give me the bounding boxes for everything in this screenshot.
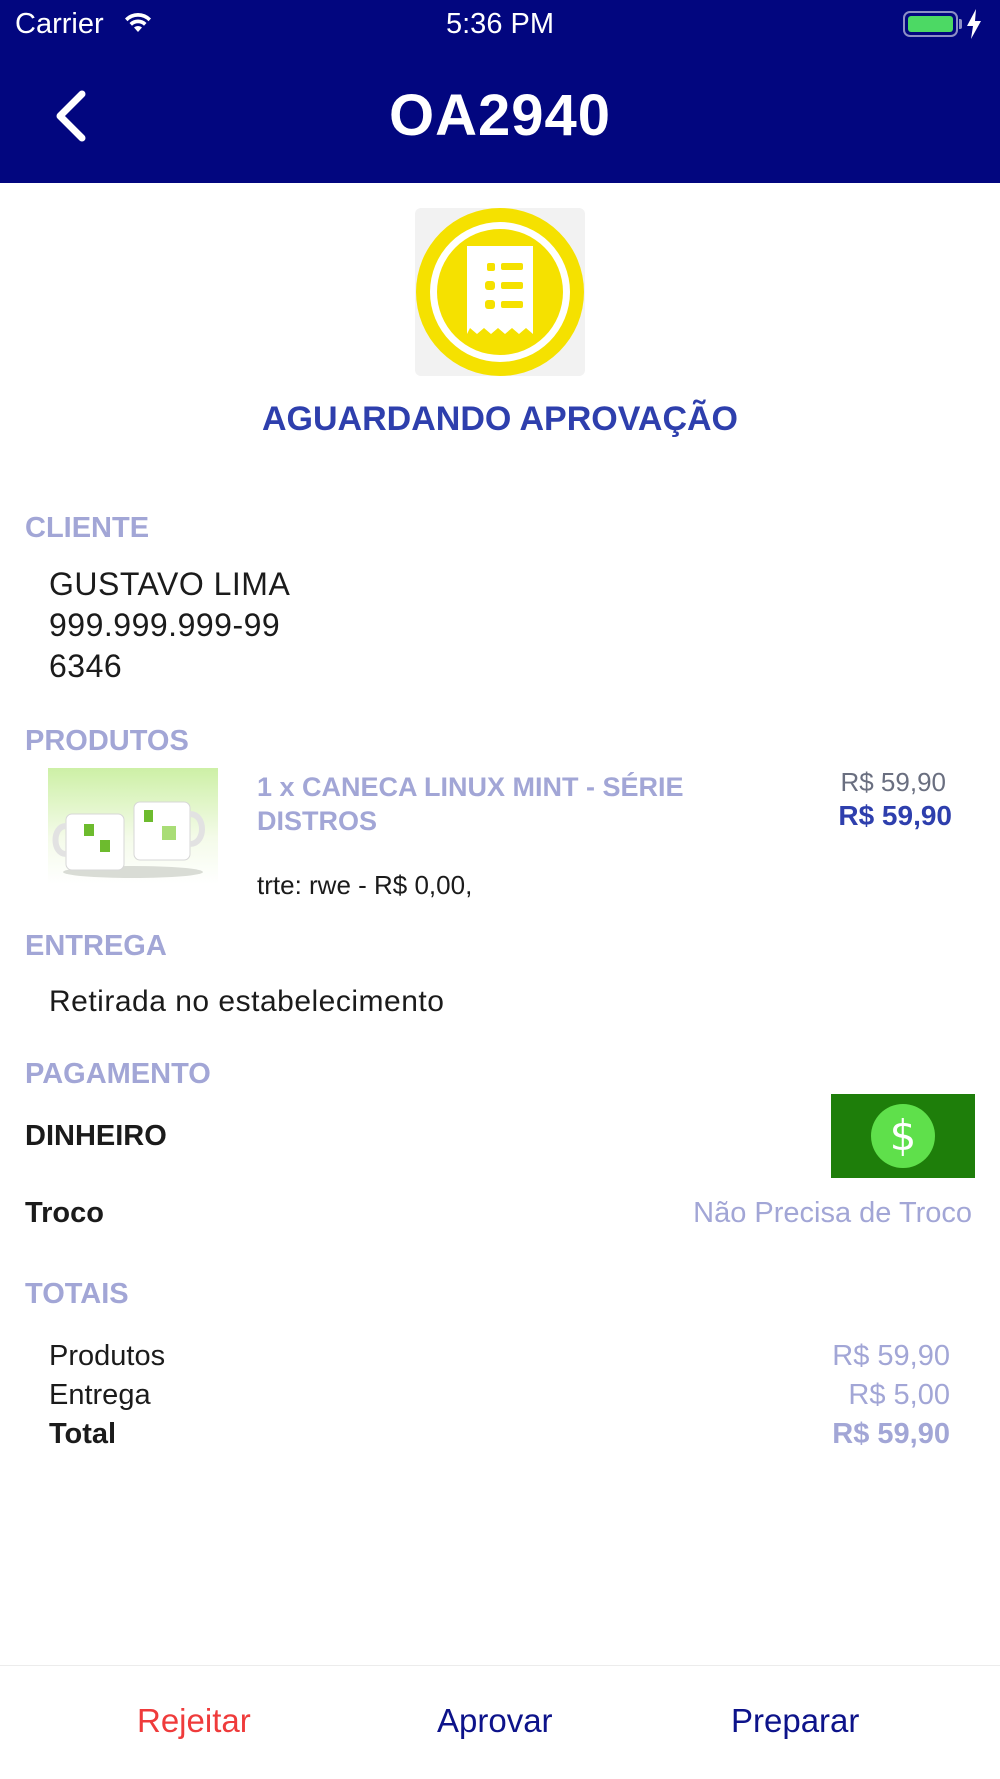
- product-name: 1 x CANECA LINUX MINT - SÉRIE DISTROS: [257, 772, 684, 836]
- totals-products-label: Produtos: [49, 1340, 166, 1372]
- totals-total-value: R$ 59,90: [832, 1418, 950, 1450]
- page-title: OA2940: [388, 83, 612, 148]
- clock: 5:36 PM: [446, 8, 554, 40]
- totals-total-label: Total: [49, 1418, 117, 1450]
- cliente-code: 6346: [49, 648, 123, 684]
- receipt-icon: [416, 208, 584, 376]
- cliente-name: GUSTAVO LIMA: [49, 566, 291, 602]
- totais-section-title: TOTAIS: [25, 1278, 129, 1310]
- dollar-icon: $: [871, 1104, 935, 1168]
- order-status-label: AGUARDANDO APROVAÇÃO: [262, 400, 738, 438]
- entrega-method: Retirada no estabelecimento: [49, 985, 445, 1018]
- payment-method: DINHEIRO: [25, 1120, 167, 1152]
- order-status-icon-container: [415, 208, 585, 376]
- change-value: Não Precisa de Troco: [693, 1197, 972, 1229]
- approve-button[interactable]: Aprovar: [437, 1702, 553, 1740]
- svg-text:$: $: [890, 1111, 917, 1160]
- reject-button[interactable]: Rejeitar: [137, 1702, 251, 1740]
- product-image: [48, 768, 218, 884]
- battery-icon: [903, 11, 958, 37]
- totals-delivery-label: Entrega: [49, 1379, 151, 1411]
- product-options: trte: rwe - R$ 0,00,: [257, 870, 473, 900]
- navigation-bar: Carrier 5:36 PM OA2940: [0, 0, 1000, 183]
- prepare-button[interactable]: Preparar: [731, 1702, 859, 1740]
- status-bar: Carrier 5:36 PM: [0, 0, 1000, 50]
- mug-image: [52, 801, 205, 878]
- totals-products-value: R$ 59,90: [832, 1340, 950, 1372]
- battery-tip: [959, 19, 962, 29]
- cliente-section-title: CLIENTE: [25, 512, 150, 544]
- charging-bolt-icon: [967, 9, 981, 39]
- pagamento-section-title: PAGAMENTO: [25, 1058, 211, 1090]
- dollar-icon-container: $: [831, 1094, 975, 1178]
- produtos-section-title: PRODUTOS: [25, 725, 189, 757]
- totals-delivery-value: R$ 5,00: [848, 1379, 950, 1411]
- entrega-section-title: ENTREGA: [25, 930, 167, 962]
- product-unit-price: R$ 59,90: [840, 767, 946, 797]
- cliente-document: 999.999.999-99: [49, 607, 281, 643]
- product-total-price: R$ 59,90: [838, 800, 952, 831]
- change-label: Troco: [25, 1197, 104, 1229]
